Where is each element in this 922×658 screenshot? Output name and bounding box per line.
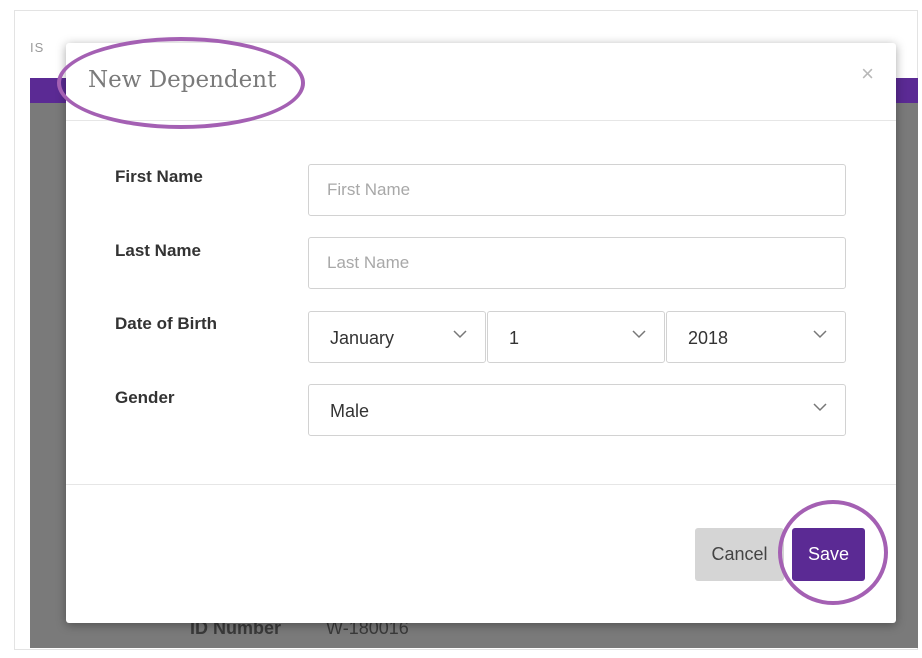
dialog-title: New Dependent [88,67,277,93]
chevron-down-icon [632,330,646,339]
chevron-down-icon [813,403,827,412]
background-tab-fragment: IS [30,40,45,55]
date-of-birth-label: Date of Birth [115,314,217,333]
chevron-down-icon [453,330,467,339]
last-name-input[interactable] [308,237,846,289]
birth-month-value: January [330,328,395,348]
gender-label: Gender [115,388,175,407]
dialog-footer-divider [66,484,896,485]
chevron-down-icon [813,330,827,339]
birth-year-value: 2018 [688,328,729,348]
cancel-button[interactable]: Cancel [695,528,784,581]
birth-day-select[interactable]: 1 [487,311,665,363]
birth-day-value: 1 [509,328,520,348]
birth-year-select[interactable]: 2018 [666,311,846,363]
gender-value: Male [330,401,370,421]
gender-select[interactable]: Male [308,384,846,436]
dialog-header: New Dependent × [66,43,896,121]
birth-month-select[interactable]: January [308,311,486,363]
save-button[interactable]: Save [792,528,865,581]
first-name-input[interactable] [308,164,846,216]
close-icon[interactable]: × [861,63,874,85]
new-dependent-dialog: New Dependent × First Name Last Name Dat… [66,43,896,623]
first-name-label: First Name [115,167,203,186]
last-name-label: Last Name [115,241,201,260]
